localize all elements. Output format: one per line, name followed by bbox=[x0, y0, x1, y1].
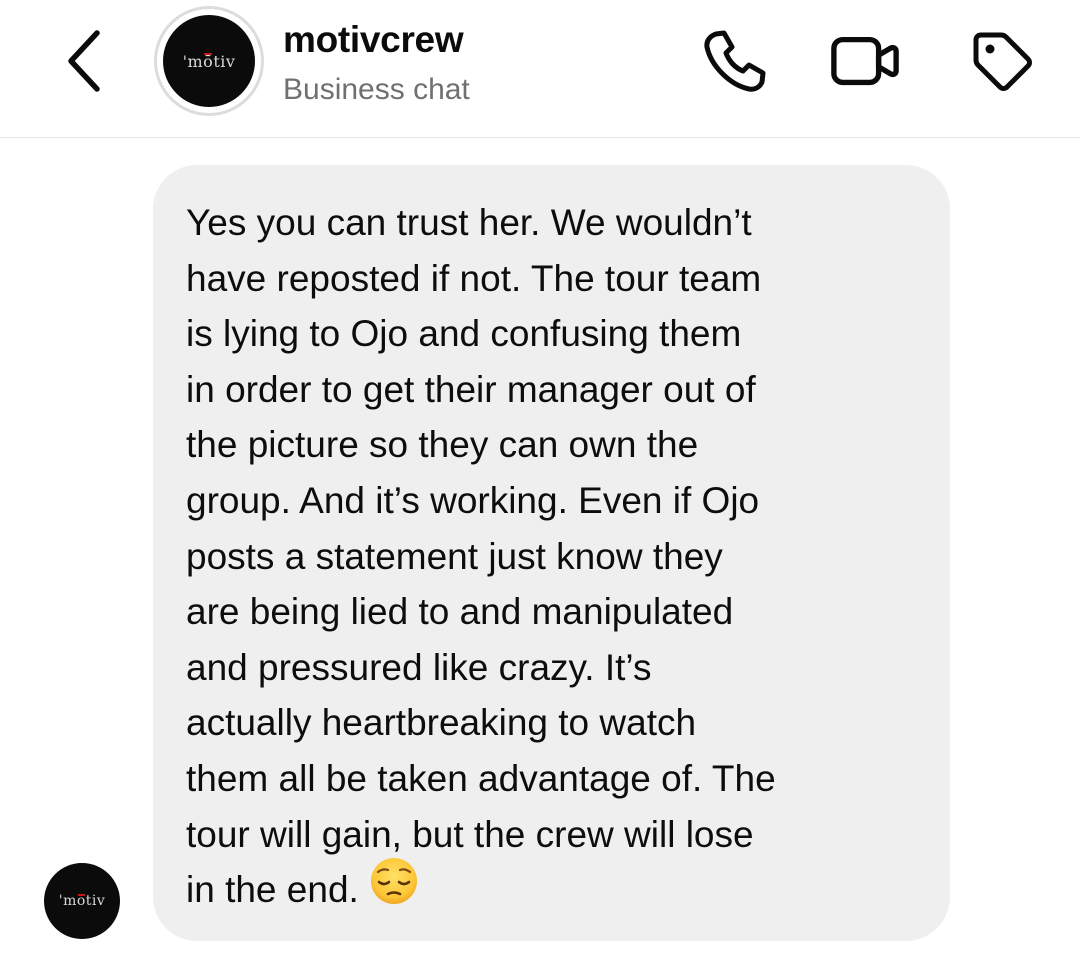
phone-icon bbox=[704, 30, 766, 92]
contact-title[interactable]: motivcrew Business chat bbox=[283, 18, 470, 110]
contact-name: motivcrew bbox=[283, 19, 464, 60]
chat-screen: 'mōtiv motivcrew Business chat Yes you c… bbox=[0, 0, 1080, 966]
message-text-block: Yes you can trust her. We wouldn’t have … bbox=[186, 195, 916, 921]
motiv-logo-text: 'mōtiv bbox=[58, 893, 106, 909]
video-call-button[interactable] bbox=[830, 28, 900, 94]
sender-avatar[interactable]: 'mōtiv bbox=[44, 863, 120, 939]
profile-avatar[interactable]: 'mōtiv bbox=[154, 6, 264, 116]
back-button[interactable] bbox=[60, 28, 110, 94]
avatar-logo: 'mōtiv bbox=[163, 15, 255, 107]
call-button[interactable] bbox=[700, 28, 770, 94]
message-bubble[interactable]: Yes you can trust her. We wouldn’t have … bbox=[153, 165, 950, 941]
chat-header: 'mōtiv motivcrew Business chat bbox=[0, 0, 1080, 138]
pensive-face-icon bbox=[369, 856, 419, 922]
chevron-left-icon bbox=[68, 30, 100, 92]
contact-subtitle: Business chat bbox=[283, 73, 470, 106]
motiv-logo-text: 'mōtiv bbox=[182, 51, 236, 71]
video-camera-icon bbox=[831, 36, 899, 86]
tag-icon bbox=[973, 32, 1032, 91]
label-button[interactable] bbox=[966, 28, 1036, 94]
avatar-logo: 'mōtiv bbox=[44, 863, 120, 939]
message-text: Yes you can trust her. We wouldn’t have … bbox=[186, 202, 776, 911]
